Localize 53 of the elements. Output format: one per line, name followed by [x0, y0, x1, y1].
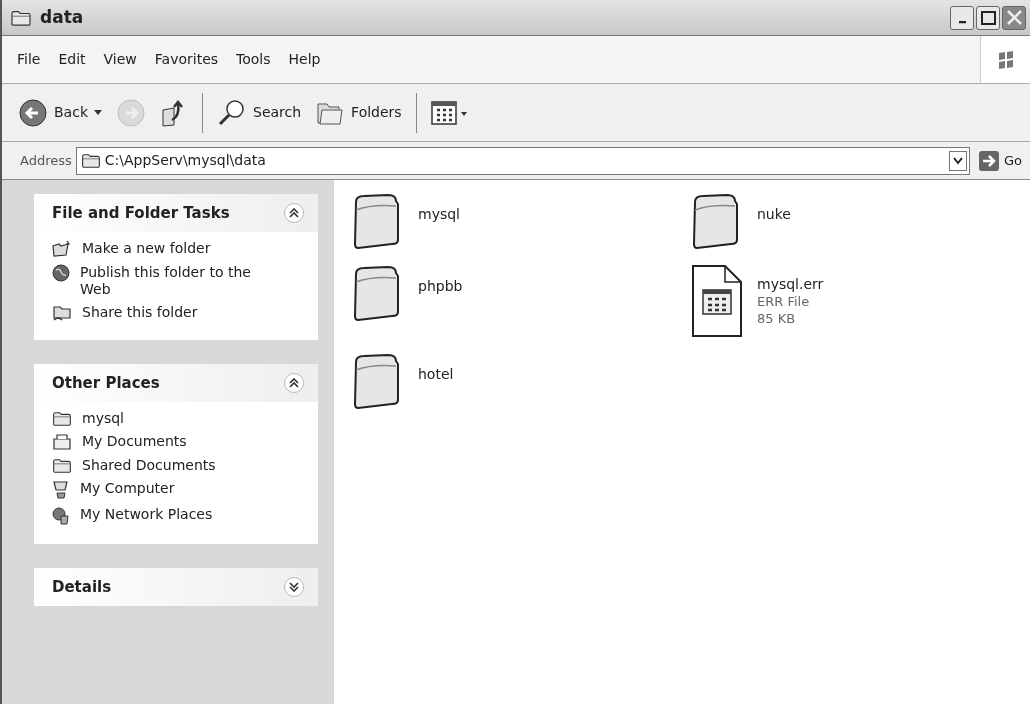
- panel-title: File and Folder Tasks: [52, 202, 230, 224]
- menu-item[interactable]: View: [96, 49, 144, 70]
- menu-item[interactable]: Tools: [229, 49, 278, 70]
- collapse-chevron-icon[interactable]: [284, 373, 304, 393]
- folder-name[interactable]: mysql: [418, 204, 460, 225]
- address-label: Address: [20, 151, 72, 170]
- maximize-icon: [980, 10, 996, 25]
- folder-name[interactable]: phpbb: [418, 276, 463, 297]
- menu-item[interactable]: File: [10, 49, 48, 70]
- task-link[interactable]: Share this folder: [82, 304, 272, 321]
- menu-item[interactable]: Favorites: [147, 49, 226, 70]
- maximize-button[interactable]: [976, 5, 1000, 30]
- collapse-chevron-icon[interactable]: [284, 203, 304, 223]
- caret-icon: [94, 109, 102, 116]
- panel-title: Other Places: [52, 372, 160, 394]
- expand-chevron-icon[interactable]: [284, 577, 304, 597]
- panel-title: Details: [52, 576, 112, 598]
- task-link[interactable]: Publish this folder to the Web: [80, 264, 270, 298]
- minimize-icon: [958, 20, 966, 24]
- globe-icon: [52, 264, 70, 282]
- back-button[interactable]: Back: [14, 92, 106, 133]
- task-link[interactable]: mysql: [82, 410, 272, 427]
- file-size: 85 KB: [757, 310, 797, 327]
- folder-icon: [52, 457, 72, 474]
- minimize-button[interactable]: [950, 5, 974, 30]
- search-button[interactable]: Search: [213, 92, 306, 133]
- dropdown-caret-icon[interactable]: [948, 150, 967, 171]
- search-icon: [217, 97, 247, 128]
- folder-icon: [80, 152, 101, 169]
- documents-folder-icon: [52, 433, 72, 451]
- window-title: data: [40, 5, 84, 29]
- task-link[interactable]: My Documents: [82, 433, 272, 450]
- folder-icon: [52, 410, 72, 427]
- task-link[interactable]: My Network Places: [80, 506, 270, 523]
- address-field[interactable]: C:\AppServ\mysql\data: [75, 146, 970, 175]
- views-icon: [430, 99, 469, 126]
- close-button[interactable]: [1002, 5, 1026, 30]
- task-link[interactable]: My Computer: [80, 480, 270, 497]
- menu-item[interactable]: Edit: [51, 49, 93, 70]
- go-button[interactable]: Go: [973, 149, 1022, 172]
- file-name[interactable]: mysql.err: [757, 276, 824, 293]
- task-link[interactable]: Make a new folder: [82, 240, 272, 257]
- close-icon: [1006, 10, 1022, 25]
- folder-icon: [10, 8, 32, 27]
- folder-name[interactable]: hotel: [418, 364, 454, 385]
- folders-button[interactable]: Folders: [311, 92, 406, 133]
- file-type: ERR File: [757, 293, 811, 310]
- menu-item[interactable]: Help: [281, 49, 328, 70]
- folder-name[interactable]: nuke: [757, 204, 791, 225]
- shared-folder-icon: [52, 304, 72, 322]
- file-icon: [691, 264, 743, 338]
- new-folder-icon: [52, 240, 72, 258]
- task-link[interactable]: Shared Documents: [82, 457, 272, 474]
